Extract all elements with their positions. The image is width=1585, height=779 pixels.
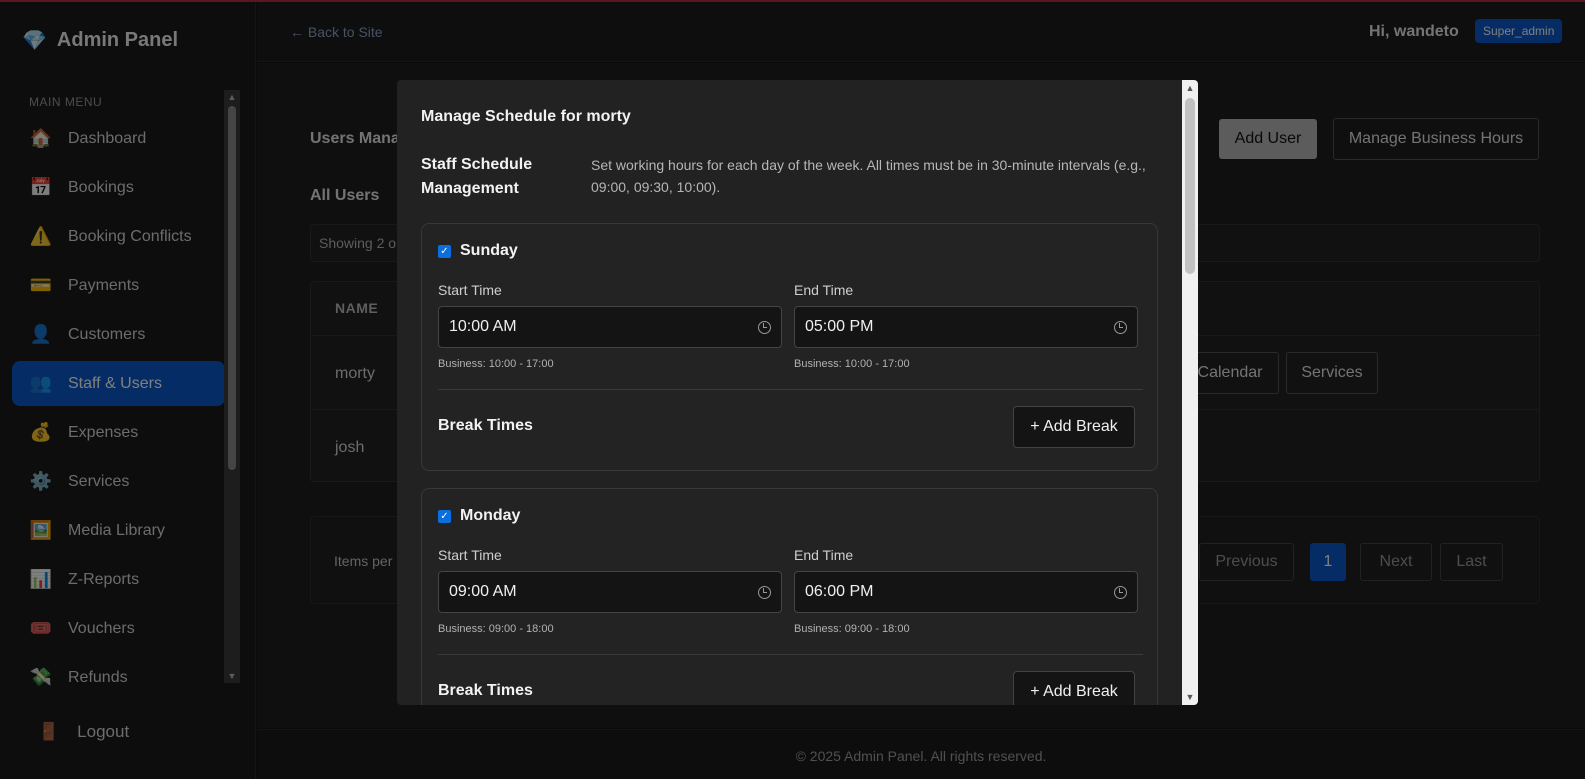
- end-time-label: End Time: [794, 282, 854, 298]
- end-time-value: 06:00 PM: [805, 583, 874, 600]
- end-time-input[interactable]: 06:00 PM: [794, 571, 1138, 613]
- modal-title: Manage Schedule for morty: [421, 108, 631, 125]
- end-time-input[interactable]: 05:00 PM: [794, 306, 1138, 348]
- start-time-label: Start Time: [438, 547, 502, 563]
- divider: [438, 654, 1143, 655]
- schedule-management-title: Staff Schedule Management: [421, 156, 533, 197]
- day-name: Monday: [460, 507, 521, 524]
- day-card-sunday: ✓ Sunday Start Time 10:00 AM Business: 1…: [421, 223, 1158, 471]
- start-time-value: 10:00 AM: [449, 318, 517, 335]
- start-time-input[interactable]: 09:00 AM: [438, 571, 782, 613]
- break-times-title: Break Times: [438, 682, 533, 699]
- business-hours-note: Business: 10:00 - 17:00: [794, 358, 910, 370]
- modal-scrollbar[interactable]: ▲ ▼: [1182, 80, 1198, 705]
- modal-body: Manage Schedule for morty Staff Schedule…: [397, 80, 1182, 705]
- start-time-input[interactable]: 10:00 AM: [438, 306, 782, 348]
- clock-icon[interactable]: [758, 585, 771, 599]
- business-hours-note: Business: 09:00 - 18:00: [438, 623, 554, 635]
- clock-icon[interactable]: [758, 320, 771, 334]
- day-header: ✓ Sunday: [438, 242, 518, 260]
- add-break-button[interactable]: + Add Break: [1013, 406, 1135, 448]
- day-name: Sunday: [460, 242, 518, 259]
- business-hours-note: Business: 10:00 - 17:00: [438, 358, 554, 370]
- add-break-button[interactable]: + Add Break: [1013, 671, 1135, 705]
- break-times-title: Break Times: [438, 417, 533, 434]
- day-card-monday: ✓ Monday Start Time 09:00 AM Business: 0…: [421, 488, 1158, 705]
- business-hours-note: Business: 09:00 - 18:00: [794, 623, 910, 635]
- monday-checkbox[interactable]: ✓: [438, 509, 451, 523]
- clock-icon[interactable]: [1114, 585, 1127, 599]
- day-header: ✓ Monday: [438, 507, 520, 525]
- divider: [438, 389, 1143, 390]
- schedule-management-description: Set working hours for each day of the we…: [591, 157, 1146, 195]
- start-time-label: Start Time: [438, 282, 502, 298]
- end-time-label: End Time: [794, 547, 854, 563]
- scrollbar-thumb[interactable]: [1185, 98, 1195, 274]
- scroll-down-arrow-icon[interactable]: ▼: [1182, 689, 1198, 705]
- end-time-value: 05:00 PM: [805, 318, 874, 335]
- schedule-modal: Manage Schedule for morty Staff Schedule…: [397, 80, 1198, 705]
- start-time-value: 09:00 AM: [449, 583, 517, 600]
- clock-icon[interactable]: [1114, 320, 1127, 334]
- scroll-up-arrow-icon[interactable]: ▲: [1182, 80, 1198, 96]
- sunday-checkbox[interactable]: ✓: [438, 244, 451, 258]
